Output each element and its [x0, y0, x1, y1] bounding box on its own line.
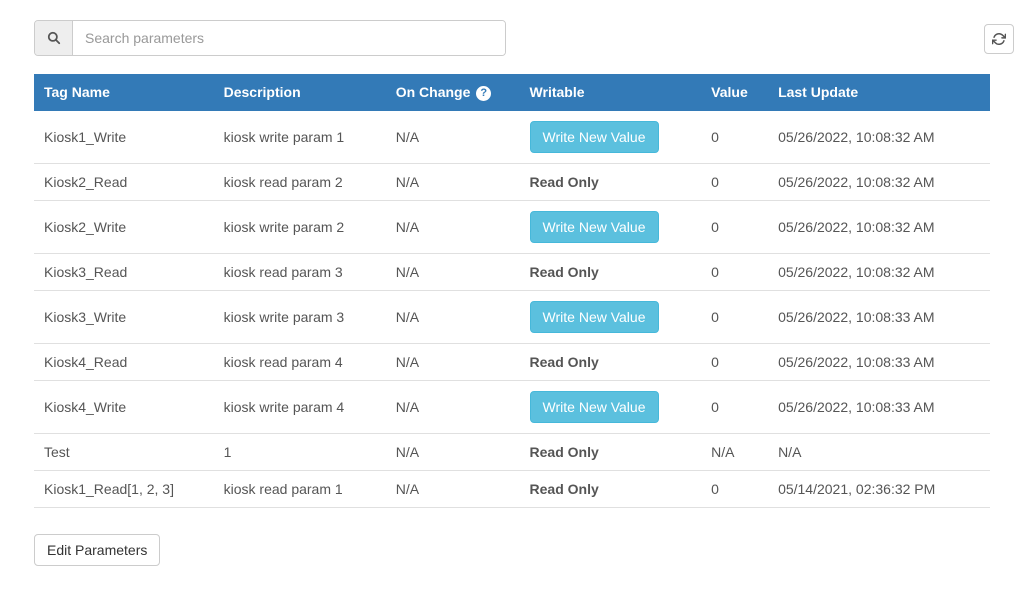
cell-description: kiosk read param 1: [216, 470, 388, 507]
cell-on-change: N/A: [388, 343, 522, 380]
cell-writable: Write New Value: [522, 111, 704, 164]
edit-parameters-button[interactable]: Edit Parameters: [34, 534, 160, 566]
help-icon[interactable]: ?: [476, 86, 491, 101]
cell-tag-name: Kiosk4_Write: [34, 380, 216, 433]
col-tag-name[interactable]: Tag Name: [34, 74, 216, 111]
read-only-label: Read Only: [530, 444, 599, 460]
cell-last-update: 05/14/2021, 02:36:32 PM: [770, 470, 990, 507]
search-icon: [47, 31, 61, 45]
cell-on-change: N/A: [388, 253, 522, 290]
cell-value: 0: [703, 253, 770, 290]
table-row: Kiosk3_Readkiosk read param 3N/A Read Onl…: [34, 253, 990, 290]
refresh-button[interactable]: [984, 24, 1014, 54]
write-new-value-button[interactable]: Write New Value: [530, 121, 659, 153]
col-on-change[interactable]: On Change ?: [388, 74, 522, 111]
parameters-table: Tag Name Description On Change ? Writabl…: [34, 74, 990, 508]
cell-tag-name: Kiosk3_Read: [34, 253, 216, 290]
table-row: Kiosk4_Readkiosk read param 4N/A Read Onl…: [34, 343, 990, 380]
cell-writable: Read Only: [522, 470, 704, 507]
table-header-row: Tag Name Description On Change ? Writabl…: [34, 74, 990, 111]
cell-last-update: 05/26/2022, 10:08:32 AM: [770, 253, 990, 290]
cell-on-change: N/A: [388, 433, 522, 470]
cell-writable: Read Only: [522, 163, 704, 200]
cell-last-update: 05/26/2022, 10:08:32 AM: [770, 163, 990, 200]
cell-value: 0: [703, 200, 770, 253]
cell-description: kiosk read param 4: [216, 343, 388, 380]
cell-tag-name: Kiosk1_Read[1, 2, 3]: [34, 470, 216, 507]
search-input[interactable]: [73, 21, 505, 55]
cell-on-change: N/A: [388, 200, 522, 253]
cell-on-change: N/A: [388, 111, 522, 164]
cell-value: N/A: [703, 433, 770, 470]
table-row: Kiosk3_Writekiosk write param 3N/AWrite …: [34, 290, 990, 343]
col-writable[interactable]: Writable: [522, 74, 704, 111]
col-value[interactable]: Value: [703, 74, 770, 111]
cell-writable: Write New Value: [522, 380, 704, 433]
search-container: [34, 20, 506, 56]
cell-value: 0: [703, 380, 770, 433]
cell-writable: Write New Value: [522, 200, 704, 253]
refresh-icon: [992, 32, 1006, 46]
write-new-value-button[interactable]: Write New Value: [530, 391, 659, 423]
cell-tag-name: Kiosk2_Write: [34, 200, 216, 253]
col-on-change-label: On Change: [396, 84, 471, 100]
cell-last-update: 05/26/2022, 10:08:33 AM: [770, 343, 990, 380]
read-only-label: Read Only: [530, 354, 599, 370]
cell-tag-name: Test: [34, 433, 216, 470]
cell-on-change: N/A: [388, 163, 522, 200]
cell-last-update: 05/26/2022, 10:08:32 AM: [770, 111, 990, 164]
table-row: Kiosk1_Writekiosk write param 1N/AWrite …: [34, 111, 990, 164]
col-last-update[interactable]: Last Update: [770, 74, 990, 111]
table-row: Kiosk2_Readkiosk read param 2N/A Read Onl…: [34, 163, 990, 200]
table-row: Kiosk1_Read[1, 2, 3]kiosk read param 1N/…: [34, 470, 990, 507]
cell-writable: Read Only: [522, 253, 704, 290]
cell-description: kiosk read param 2: [216, 163, 388, 200]
cell-on-change: N/A: [388, 380, 522, 433]
cell-description: kiosk write param 4: [216, 380, 388, 433]
cell-value: 0: [703, 470, 770, 507]
cell-value: 0: [703, 111, 770, 164]
cell-writable: Write New Value: [522, 290, 704, 343]
cell-on-change: N/A: [388, 290, 522, 343]
table-row: Test1N/ARead OnlyN/AN/A: [34, 433, 990, 470]
cell-on-change: N/A: [388, 470, 522, 507]
cell-tag-name: Kiosk3_Write: [34, 290, 216, 343]
search-icon-box: [35, 21, 73, 55]
table-row: Kiosk2_Writekiosk write param 2N/AWrite …: [34, 200, 990, 253]
cell-value: 0: [703, 290, 770, 343]
cell-description: kiosk read param 3: [216, 253, 388, 290]
cell-description: kiosk write param 3: [216, 290, 388, 343]
read-only-label: Read Only: [530, 481, 599, 497]
cell-tag-name: Kiosk4_Read: [34, 343, 216, 380]
cell-last-update: 05/26/2022, 10:08:33 AM: [770, 380, 990, 433]
cell-last-update: 05/26/2022, 10:08:32 AM: [770, 200, 990, 253]
write-new-value-button[interactable]: Write New Value: [530, 301, 659, 333]
cell-description: kiosk write param 1: [216, 111, 388, 164]
cell-tag-name: Kiosk2_Read: [34, 163, 216, 200]
table-row: Kiosk4_Writekiosk write param 4N/AWrite …: [34, 380, 990, 433]
cell-description: kiosk write param 2: [216, 200, 388, 253]
cell-writable: Read Only: [522, 343, 704, 380]
cell-last-update: 05/26/2022, 10:08:33 AM: [770, 290, 990, 343]
cell-last-update: N/A: [770, 433, 990, 470]
cell-writable: Read Only: [522, 433, 704, 470]
cell-value: 0: [703, 343, 770, 380]
read-only-label: Read Only: [530, 264, 599, 280]
cell-value: 0: [703, 163, 770, 200]
col-description[interactable]: Description: [216, 74, 388, 111]
cell-tag-name: Kiosk1_Write: [34, 111, 216, 164]
read-only-label: Read Only: [530, 174, 599, 190]
write-new-value-button[interactable]: Write New Value: [530, 211, 659, 243]
cell-description: 1: [216, 433, 388, 470]
